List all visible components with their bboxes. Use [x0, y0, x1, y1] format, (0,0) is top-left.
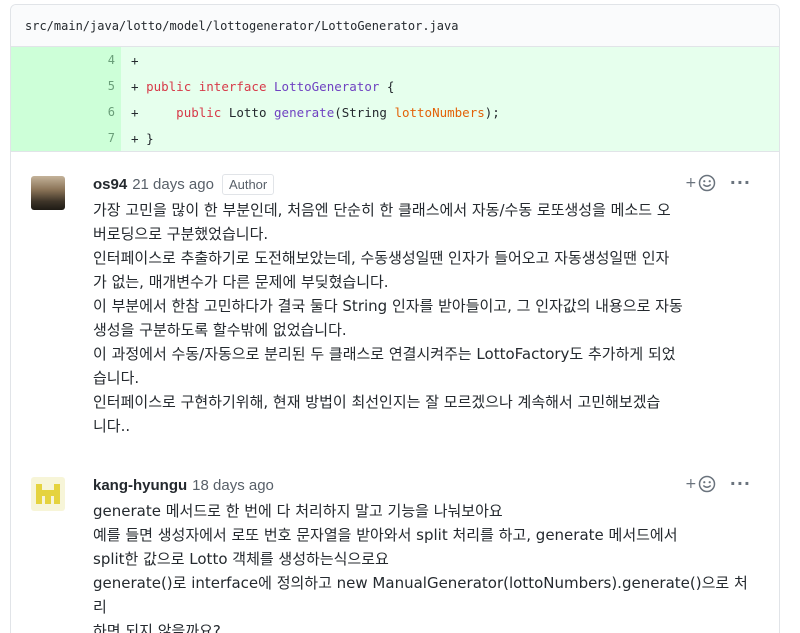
- code-line: + }: [121, 131, 154, 146]
- plus-icon: +: [685, 476, 697, 492]
- diff-plus-marker: +: [131, 104, 139, 120]
- diff-line: 5 + public interface LottoGenerator {: [11, 73, 779, 99]
- more-options-icon[interactable]: ···: [730, 476, 751, 492]
- code-token: interface: [198, 78, 267, 94]
- code-token: public: [146, 78, 192, 94]
- code-line: + public Lotto generate(String lottoNumb…: [121, 105, 500, 120]
- comment-timestamp[interactable]: 18 days ago: [192, 477, 274, 494]
- comment: kang-hyungu 18 days ago + ··· generate 메…: [11, 453, 779, 633]
- code-token: );: [484, 104, 500, 120]
- comment-timestamp[interactable]: 21 days ago: [132, 176, 214, 193]
- author-badge: Author: [221, 173, 275, 195]
- code-token: generate: [274, 104, 335, 120]
- comment-line: generate()로 interface에 정의하고 new ManualGe…: [93, 574, 748, 616]
- comment-line: 버로딩으로 구분했었습니다.: [93, 225, 269, 243]
- comment-body: generate 메서드로 한 번에 다 처리하지 말고 기능을 나눠보아요 예…: [31, 499, 761, 633]
- comment-line: 가장 고민을 많이 한 부분인데, 처음엔 단순히 한 클래스에서 자동/수동 …: [93, 201, 671, 219]
- diff-line: 6 + public Lotto generate(String lottoNum…: [11, 99, 779, 125]
- add-reaction-button[interactable]: +: [685, 174, 716, 192]
- code-line: +: [121, 53, 146, 68]
- comment-line: generate 메서드로 한 번에 다 처리하지 말고 기능을 나눠보아요: [93, 502, 503, 520]
- comment-line: 예를 들면 생성자에서 로또 번호 문자열을 받아와서 split 처리를 하고…: [93, 526, 678, 544]
- file-header: src/main/java/lotto/model/lottogenerator…: [11, 5, 779, 47]
- comment-actions: + ···: [685, 475, 751, 493]
- code-line: + public interface LottoGenerator {: [121, 79, 394, 94]
- comment-author[interactable]: kang-hyungu: [93, 477, 187, 494]
- comment-line: 생성을 구분하도록 할수밖에 없었습니다.: [93, 321, 347, 339]
- add-reaction-button[interactable]: +: [685, 475, 716, 493]
- comment-author[interactable]: os94: [93, 176, 127, 193]
- code-token: lottoNumbers: [394, 104, 485, 120]
- comment-line: 인터페이스로 구현하기위해, 현재 방법이 최선인지는 잘 모르겠으나 계속해서…: [93, 393, 661, 411]
- plus-icon: +: [685, 175, 697, 191]
- review-thread: src/main/java/lotto/model/lottogenerator…: [10, 4, 780, 633]
- code-token: public: [176, 104, 222, 120]
- code-token: LottoGenerator: [274, 78, 380, 94]
- line-number[interactable]: 7: [11, 125, 121, 151]
- smiley-icon: [698, 174, 716, 192]
- diff-plus-marker: +: [131, 78, 139, 94]
- comment-header: kang-hyungu 18 days ago + ···: [31, 471, 761, 499]
- comment-body: 가장 고민을 많이 한 부분인데, 처음엔 단순히 한 클래스에서 자동/수동 …: [31, 198, 761, 438]
- comment-line: 이 부분에서 한참 고민하다가 결국 둘다 String 인자를 받아들이고, …: [93, 297, 683, 315]
- code-token: Lotto: [221, 104, 275, 120]
- code-token: (String: [334, 104, 395, 120]
- diff-line: 7 + }: [11, 125, 779, 151]
- comment-line: 가 없는, 매개변수가 다른 문제에 부딪혔습니다.: [93, 273, 389, 291]
- more-options-icon[interactable]: ···: [730, 175, 751, 191]
- comment-line: 인터페이스로 추출하기로 도전해보았는데, 수동생성일땐 인자가 들어오고 자동…: [93, 249, 670, 267]
- comment-actions: + ···: [685, 174, 751, 192]
- file-path[interactable]: src/main/java/lotto/model/lottogenerator…: [25, 19, 458, 33]
- code-token: }: [146, 130, 154, 146]
- diff-plus-marker: +: [131, 130, 139, 146]
- diff-line: 4 +: [11, 47, 779, 73]
- diff-block: 4 + 5 + public interface LottoGenerator {6…: [11, 47, 779, 152]
- comment-line: split한 값으로 Lotto 객체를 생성하는식으로요: [93, 550, 389, 568]
- line-number[interactable]: 6: [11, 99, 121, 125]
- smiley-icon: [698, 475, 716, 493]
- line-number[interactable]: 5: [11, 73, 121, 99]
- comment-line: 이 과정에서 수동/자동으로 분리된 두 클래스로 연결시켜주는 LottoFa…: [93, 345, 676, 363]
- comment-line: 니다..: [93, 417, 131, 435]
- comment-line: 하면 되지 않을까요?: [93, 622, 221, 633]
- code-token: {: [379, 78, 395, 94]
- comment-header: os94 21 days ago Author + ···: [31, 170, 761, 198]
- line-number[interactable]: 4: [11, 47, 121, 73]
- comment-line: 습니다.: [93, 369, 140, 387]
- diff-plus-marker: +: [131, 52, 139, 68]
- comment: os94 21 days ago Author + ··· 가장 고민을 많이 …: [11, 152, 779, 453]
